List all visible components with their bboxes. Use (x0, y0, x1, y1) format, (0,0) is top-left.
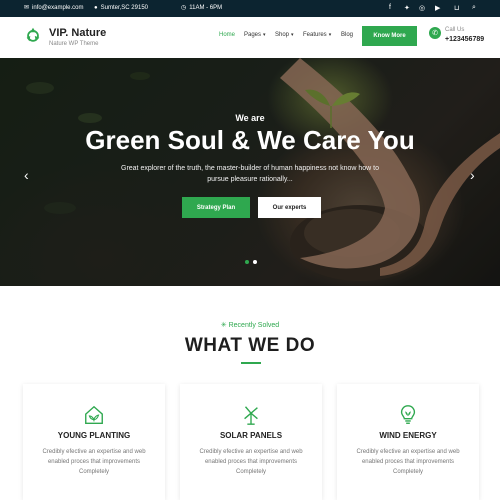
call-number[interactable]: +123456789 (445, 36, 484, 43)
brand-tagline: Nature WP Theme (49, 41, 99, 47)
nav-label: Blog (341, 32, 354, 38)
nav-pages[interactable]: Pages ▾ (244, 32, 266, 38)
hero-subtitle: We are (235, 113, 265, 123)
hours-text: 11AM - 6PM (189, 5, 223, 11)
site-header: VIP. Nature Nature WP Theme Home Pages ▾… (0, 17, 500, 58)
title-underline (241, 362, 261, 364)
service-card[interactable]: SOLAR PANELS Credibly efective an expert… (180, 384, 322, 500)
service-title: SOLAR PANELS (219, 431, 283, 440)
nav-label: Shop (275, 32, 290, 38)
nav-label: Pages (244, 32, 262, 38)
chevron-down-icon: ▾ (291, 32, 294, 38)
slider-dot[interactable] (253, 260, 257, 264)
chevron-down-icon: ▾ (328, 32, 332, 38)
location-info: ● Sumter,SC 29150 (94, 5, 148, 11)
nav-label: Features (303, 32, 327, 38)
facebook-icon[interactable]: f (389, 4, 391, 11)
service-card[interactable]: YOUNG PLANTING Credibly efective an expe… (23, 384, 165, 500)
section-title: WHAT WE DO (184, 335, 316, 356)
chevron-down-icon: ▾ (263, 32, 266, 38)
our-experts-button[interactable]: Our experts (258, 197, 321, 218)
location-text: Sumter,SC 29150 (100, 5, 148, 11)
nav-shop[interactable]: Shop ▾ (275, 32, 294, 38)
instagram-icon[interactable]: ◎ (419, 4, 425, 12)
recycle-logo-icon[interactable] (24, 26, 42, 44)
hero-slider: ‹ › We are Green Soul & We Care You Grea… (0, 58, 500, 286)
call-label: Call Us (445, 27, 465, 33)
chevron-right-icon[interactable]: › (470, 168, 475, 182)
hours-info: ◷ 11AM - 6PM (181, 5, 222, 11)
service-description: Credibly efective an expertise and web e… (356, 449, 460, 475)
nav-blog[interactable]: Blog (341, 32, 353, 38)
clock-icon: ◷ (181, 5, 187, 11)
location-pin-icon: ● (94, 5, 98, 11)
email-icon: ✉ (24, 5, 30, 11)
eyebrow-text: Recently Solved (228, 322, 280, 329)
service-description: Credibly efective an expertise and web e… (42, 449, 146, 475)
brand-name[interactable]: VIP. Nature (49, 27, 106, 39)
phone-icon: ✆ (429, 27, 441, 39)
twitter-icon[interactable]: ✦ (404, 4, 410, 12)
leaf-icon: ✳ (220, 322, 227, 329)
cart-icon[interactable]: ⊔ (454, 4, 459, 12)
nav-label: Home (219, 32, 236, 38)
know-more-button[interactable]: Know More (362, 26, 417, 46)
email-link[interactable]: ✉ info@example.com (24, 5, 83, 11)
youtube-icon[interactable]: ▶ (435, 4, 440, 12)
slider-dot-active[interactable] (245, 260, 249, 264)
nav-features[interactable]: Features ▾ (303, 32, 331, 38)
service-card[interactable]: WIND ENERGY Credibly efective an experti… (337, 384, 479, 500)
hero-title: Green Soul & We Care You (85, 125, 415, 155)
service-description: Credibly efective an expertise and web e… (199, 449, 303, 475)
greenhouse-icon (85, 405, 103, 424)
windmill-icon (244, 406, 258, 425)
section-eyebrow: ✳ Recently Solved (0, 321, 500, 329)
eco-bulb-icon (400, 405, 416, 424)
hero-description: Great explorer of the truth, the master-… (121, 165, 379, 183)
email-text: info@example.com (32, 5, 84, 11)
chevron-left-icon[interactable]: ‹ (24, 168, 29, 182)
nav-home[interactable]: Home (219, 32, 235, 38)
top-bar: ✉ info@example.com ● Sumter,SC 29150 ◷ 1… (0, 0, 500, 17)
strategy-plan-button[interactable]: Strategy Plan (182, 197, 250, 218)
service-title: WIND ENERGY (379, 431, 437, 440)
search-icon[interactable]: ⌕ (472, 4, 476, 12)
service-title: YOUNG PLANTING (57, 431, 131, 440)
